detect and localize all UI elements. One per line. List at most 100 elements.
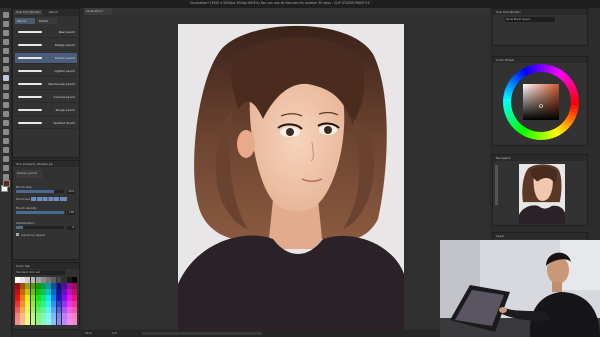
color-swatch[interactable]	[46, 319, 51, 325]
color-swatch[interactable]	[67, 283, 72, 289]
color-swatch[interactable]	[20, 301, 25, 307]
color-swatch[interactable]	[61, 313, 67, 319]
color-swatch[interactable]	[51, 319, 57, 325]
color-swatch[interactable]	[72, 289, 77, 295]
brush-item[interactable]: Lighter pencil	[15, 66, 77, 77]
color-swatch[interactable]	[67, 313, 72, 319]
brush-item[interactable]: Spotted Pencil	[15, 118, 77, 129]
color-swatch[interactable]	[35, 319, 41, 325]
color-swatch[interactable]	[67, 301, 72, 307]
document-tab[interactable]: Illustration*	[84, 8, 112, 15]
color-swatch[interactable]	[51, 283, 57, 289]
color-swatch[interactable]	[25, 289, 31, 295]
color-swatch[interactable]	[41, 319, 46, 325]
brush-density-value[interactable]: 100	[67, 210, 75, 215]
brush-density-slider-track[interactable]	[16, 211, 64, 214]
color-swatch[interactable]	[15, 301, 20, 307]
brush-item[interactable]: Rough pencil	[15, 105, 77, 116]
color-swatch[interactable]	[67, 319, 72, 325]
color-swatch[interactable]	[46, 283, 51, 289]
color-swatch[interactable]	[30, 277, 36, 283]
color-swatch[interactable]	[67, 307, 72, 313]
color-wheel[interactable]	[493, 63, 589, 147]
color-swatch[interactable]	[35, 295, 41, 301]
eraser-tool-icon[interactable]	[3, 120, 9, 126]
color-swatch[interactable]	[30, 313, 36, 319]
stabilization-value[interactable]: 6	[67, 225, 75, 230]
color-swatch[interactable]	[15, 283, 20, 289]
color-swatch[interactable]	[61, 307, 67, 313]
color-swatch[interactable]	[61, 319, 67, 325]
airbrush-tool-icon[interactable]	[3, 102, 9, 108]
color-swatch[interactable]	[30, 289, 36, 295]
brush-item[interactable]: Colored pencil	[15, 92, 77, 103]
color-swatch[interactable]	[30, 307, 36, 313]
color-swatch[interactable]	[35, 283, 41, 289]
color-swatch[interactable]	[35, 301, 41, 307]
brush-item[interactable]: Real pencil	[15, 27, 77, 38]
subtab-pastel[interactable]: Pastel	[37, 18, 57, 24]
color-swatch[interactable]	[35, 307, 41, 313]
color-swatch[interactable]	[56, 283, 62, 289]
decoration-tool-icon[interactable]	[3, 111, 9, 117]
color-swatch[interactable]	[25, 295, 31, 301]
color-swatch[interactable]	[15, 277, 20, 283]
brush-size-value[interactable]: 50.0	[67, 189, 75, 194]
color-swatch[interactable]	[61, 289, 67, 295]
color-swatch[interactable]	[72, 313, 77, 319]
move-layer-icon[interactable]	[3, 39, 9, 45]
color-swatch[interactable]	[35, 289, 41, 295]
color-swatch[interactable]	[41, 283, 46, 289]
color-swatch[interactable]	[30, 295, 36, 301]
brush-item[interactable]: Design pencil	[15, 40, 77, 51]
color-swatch[interactable]	[46, 277, 51, 283]
hue-segment[interactable]	[570, 98, 579, 103]
color-swatch[interactable]	[61, 283, 67, 289]
color-swatch[interactable]	[61, 277, 67, 283]
color-swatch[interactable]	[41, 277, 46, 283]
color-swatch[interactable]	[20, 289, 25, 295]
zoom-value[interactable]: 66.6	[85, 331, 92, 335]
color-swatch[interactable]	[51, 301, 57, 307]
pen-tool-icon[interactable]	[3, 75, 9, 81]
color-swatch[interactable]	[51, 295, 57, 301]
color-swatch[interactable]	[46, 295, 51, 301]
color-swatch[interactable]	[72, 295, 77, 301]
color-swatch[interactable]	[15, 319, 20, 325]
brush-item[interactable]: Mechanical pencil	[15, 79, 77, 90]
tab-sub-tool-brush[interactable]: Sub Tool [Brush]	[14, 10, 43, 15]
adjust-by-speed-checkbox[interactable]	[16, 233, 19, 236]
color-swatch[interactable]	[46, 313, 51, 319]
main-color-swatch[interactable]	[3, 180, 10, 187]
color-swatch[interactable]	[51, 313, 57, 319]
color-swatch[interactable]	[72, 319, 77, 325]
tab-pencil[interactable]: Pencil	[47, 10, 60, 15]
color-swatch[interactable]	[41, 289, 46, 295]
color-swatch[interactable]	[46, 307, 51, 313]
stabilization-slider-track[interactable]	[16, 226, 64, 229]
color-swatch[interactable]	[15, 289, 20, 295]
color-swatch[interactable]	[25, 283, 31, 289]
auto-select-icon[interactable]	[3, 57, 9, 63]
color-swatch[interactable]	[20, 313, 25, 319]
color-swatch[interactable]	[61, 295, 67, 301]
color-swatch[interactable]	[35, 277, 41, 283]
color-swatch[interactable]	[72, 301, 77, 307]
color-swatch[interactable]	[67, 295, 72, 301]
color-swatch[interactable]	[25, 307, 31, 313]
color-swatch[interactable]	[51, 307, 57, 313]
color-swatch[interactable]	[56, 313, 62, 319]
color-swatch[interactable]	[72, 283, 77, 289]
selection-tool-icon[interactable]	[3, 48, 9, 54]
color-swatch[interactable]	[51, 289, 57, 295]
color-swatch[interactable]	[30, 319, 36, 325]
color-swatch[interactable]	[15, 313, 20, 319]
pencil-tool-icon[interactable]	[3, 84, 9, 90]
subtab-pencil[interactable]: Pencil	[15, 18, 35, 24]
color-swatch[interactable]	[72, 277, 77, 283]
color-swatch[interactable]	[20, 295, 25, 301]
show-layers-dropdown[interactable]: Show Brush layers	[505, 17, 555, 22]
color-swatch[interactable]	[51, 277, 57, 283]
color-set-dropdown[interactable]: Standard color set	[15, 270, 65, 275]
canvas-scrollbar[interactable]	[142, 332, 262, 335]
